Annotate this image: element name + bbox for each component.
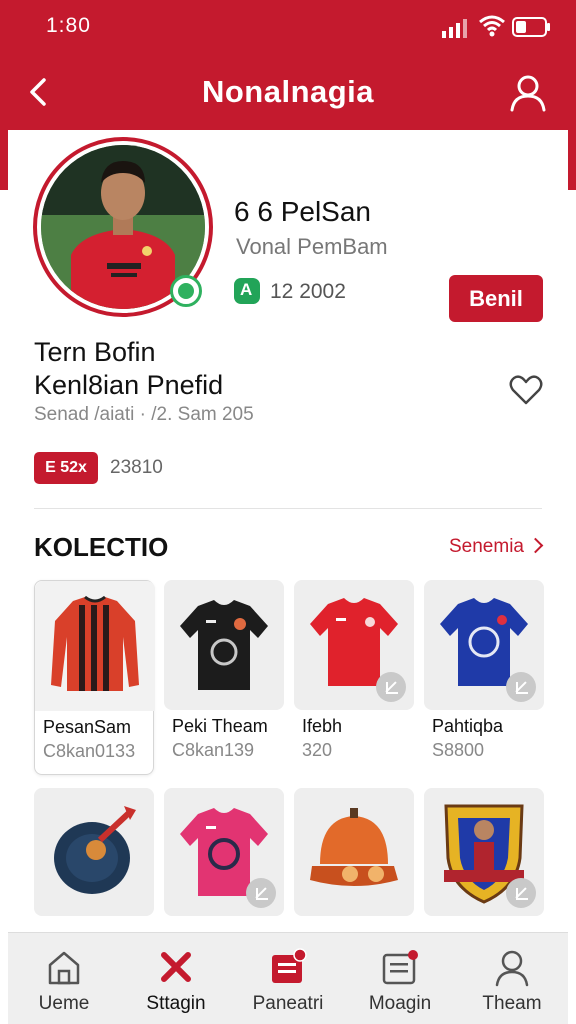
page-title: Nonalnagia: [201, 74, 375, 109]
profile-name-text: 6 6 PelSan: [234, 196, 371, 227]
nav-tab-2-label: Sttagin: [146, 993, 206, 1014]
nav-tab-5-label: Theam: [482, 993, 542, 1014]
tag-badge[interactable]: E 52x: [34, 452, 98, 484]
see-all-label: Senemia: [449, 536, 524, 557]
item-label: Peki Theam: [172, 716, 268, 736]
item-thumbnail: [164, 580, 284, 710]
item-price: S8800: [432, 740, 485, 760]
item-thumbnail: [424, 580, 544, 710]
profile-title-line1: Tern Bofin: [34, 337, 156, 367]
nav-tab-4[interactable]: Moagin: [344, 933, 456, 1024]
item-thumbnail: [164, 788, 284, 916]
item-thumbnail: [35, 581, 155, 711]
close-icon: [161, 952, 191, 982]
nav-home[interactable]: Ueme: [8, 933, 120, 1024]
message-icon: [382, 950, 418, 985]
battery-icon: [512, 17, 550, 37]
collection-item[interactable]: PesanSam C8kan0133: [34, 580, 155, 775]
item-thumbnail: [294, 788, 414, 916]
profile-name: 6 6 PelSan: [234, 196, 371, 228]
divider: [34, 508, 542, 509]
nav-tab-5[interactable]: Theam: [456, 933, 568, 1024]
header: Nonalnagia: [0, 60, 576, 124]
user-icon[interactable]: [508, 72, 548, 112]
profile-title-line2: Kenl8ian Pnefid: [34, 370, 224, 400]
collection-item[interactable]: Ifebh 320: [294, 580, 414, 775]
tag-count: 23810: [110, 457, 163, 478]
follow-button[interactable]: Benil: [449, 275, 543, 322]
collection-item[interactable]: Pahtiqba S8800: [424, 580, 544, 775]
item-label: Ifebh: [302, 716, 343, 736]
nav-tab-4-label: Moagin: [368, 993, 432, 1014]
see-all-link[interactable]: Senemia: [449, 536, 544, 558]
black-jersey-icon: [180, 600, 268, 690]
item-price: C8kan0133: [43, 741, 136, 761]
cap-icon: [54, 806, 136, 894]
collection-title: KOLECTIO: [34, 532, 169, 562]
item-label: Pahtiqba: [432, 716, 504, 736]
orange-helmet-icon: [310, 808, 398, 886]
profile-badge: 12 2002: [234, 278, 346, 304]
bottom-nav: Ueme Sttagin Paneatri Moagin Theam: [8, 932, 568, 1024]
profile-subtitle: Vonal PemBam: [236, 234, 388, 259]
profile-badge-text: 12 2002: [270, 280, 346, 303]
item-thumbnail: [34, 788, 154, 916]
expand-icon[interactable]: [246, 878, 276, 908]
status-time: 1:80: [46, 14, 91, 37]
profile-meta: Senad /aiati · /2. Sam 205: [34, 404, 254, 425]
signal-icon: [442, 19, 467, 38]
striped-jersey-icon: [51, 595, 139, 691]
wifi-icon: [479, 15, 505, 37]
nav-tab-2[interactable]: Sttagin: [120, 933, 232, 1024]
person-icon: [495, 950, 529, 987]
heart-icon[interactable]: [509, 374, 543, 406]
item-price: 320: [302, 740, 333, 760]
verified-icon: [234, 278, 260, 304]
nav-home-label: Ueme: [38, 993, 90, 1014]
nav-tab-3[interactable]: Paneatri: [232, 933, 344, 1024]
nav-tab-3-label: Paneatri: [252, 993, 324, 1014]
item-price: C8kan139: [172, 740, 255, 760]
item-label: PesanSam: [43, 717, 132, 737]
home-icon: [48, 951, 80, 985]
document-icon: [272, 948, 307, 983]
chevron-right-icon: [527, 537, 544, 554]
status-bar: 1:80: [0, 12, 576, 40]
expand-icon[interactable]: [506, 878, 536, 908]
expand-icon[interactable]: [376, 672, 406, 702]
collection-item[interactable]: Peki Theam C8kan139: [164, 580, 284, 775]
item-thumbnail: [424, 788, 544, 916]
online-status-icon: [170, 275, 202, 307]
expand-icon[interactable]: [506, 672, 536, 702]
item-thumbnail: [294, 580, 414, 710]
